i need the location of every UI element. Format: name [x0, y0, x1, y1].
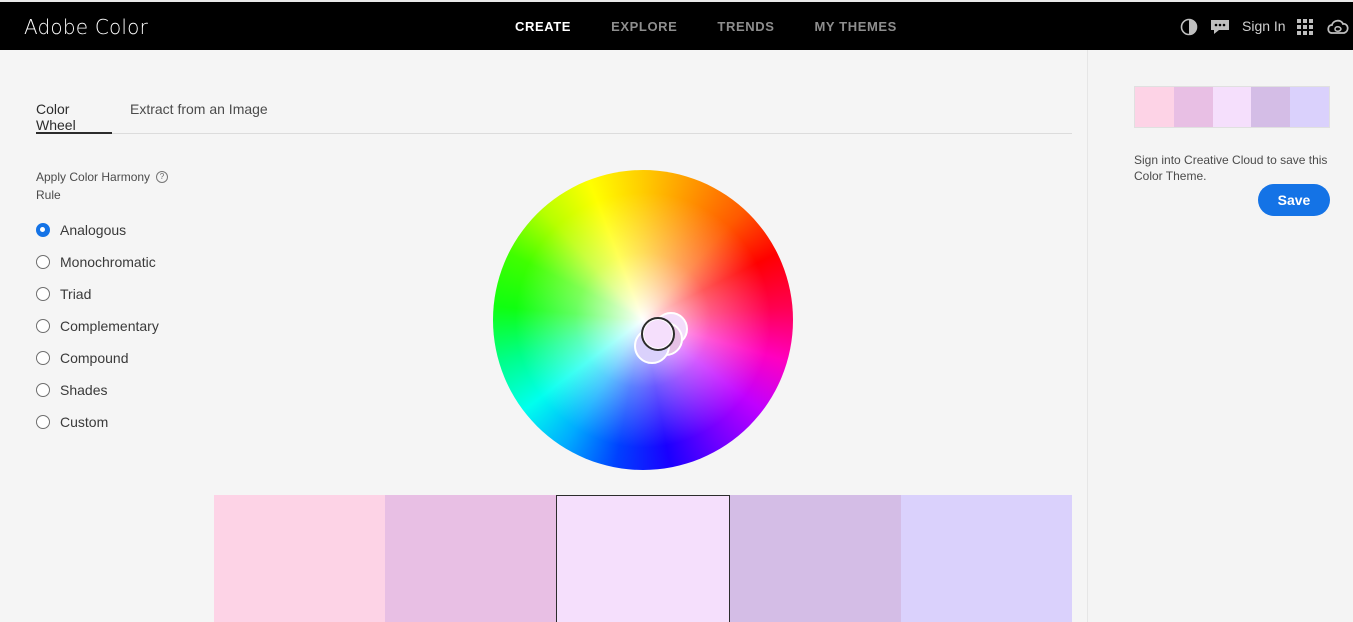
theme-preview-cell [1173, 87, 1213, 127]
color-swatch[interactable] [385, 495, 557, 622]
radio-shades[interactable] [36, 383, 50, 397]
harmony-option-label: Analogous [60, 222, 127, 238]
harmony-option-triad[interactable]: Triad [36, 284, 91, 304]
help-icon[interactable]: ? [156, 171, 168, 183]
create-tabs: Color Wheel Extract from an Image [36, 101, 1072, 134]
radio-complementary[interactable] [36, 319, 50, 333]
nav-trends[interactable]: TRENDS [717, 19, 774, 34]
radio-monochromatic[interactable] [36, 255, 50, 269]
color-swatch[interactable] [729, 495, 901, 622]
top-bar: Adobe Color CREATE EXPLORE TRENDS MY THE… [0, 0, 1353, 50]
harmony-option-label: Monochromatic [60, 254, 156, 270]
color-theme-swatches [214, 495, 1073, 622]
tab-color-wheel[interactable]: Color Wheel [36, 101, 112, 134]
radio-compound[interactable] [36, 351, 50, 365]
harmony-option-analogous[interactable]: Analogous [36, 220, 126, 240]
nav-my-themes[interactable]: MY THEMES [814, 19, 896, 34]
harmony-option-label: Complementary [60, 318, 159, 334]
harmony-option-label: Custom [60, 414, 109, 430]
harmony-option-monochromatic[interactable]: Monochromatic [36, 252, 156, 272]
harmony-rule-title: Apply Color Harmony Rule [36, 170, 151, 202]
sign-in-link[interactable]: Sign In [1242, 18, 1286, 34]
theme-preview[interactable] [1134, 86, 1330, 128]
radio-analogous[interactable] [36, 223, 50, 237]
theme-preview-cell [1251, 87, 1291, 127]
nav-create[interactable]: CREATE [515, 19, 571, 34]
apps-grid-icon[interactable] [1297, 19, 1313, 35]
save-theme-message: Sign into Creative Cloud to save this Co… [1134, 153, 1328, 183]
radio-custom[interactable] [36, 415, 50, 429]
color-swatch[interactable] [214, 495, 386, 622]
theme-preview-cell [1290, 87, 1329, 127]
color-swatch[interactable] [900, 495, 1073, 622]
harmony-option-custom[interactable]: Custom [36, 412, 108, 432]
harmony-option-compound[interactable]: Compound [36, 348, 129, 368]
harmony-option-shades[interactable]: Shades [36, 380, 107, 400]
harmony-option-complementary[interactable]: Complementary [36, 316, 159, 336]
theme-sidebar: Sign into Creative Cloud to save this Co… [1087, 50, 1353, 622]
color-swatch-selected[interactable] [556, 495, 730, 622]
nav-explore[interactable]: EXPLORE [611, 19, 677, 34]
creative-cloud-icon[interactable] [1326, 17, 1350, 37]
radio-triad[interactable] [36, 287, 50, 301]
color-wheel[interactable] [493, 170, 793, 470]
contrast-icon[interactable] [1180, 18, 1198, 36]
save-button[interactable]: Save [1258, 184, 1330, 216]
harmony-option-label: Shades [60, 382, 108, 398]
create-workspace: Color Wheel Extract from an Image Apply … [0, 50, 1087, 622]
theme-preview-cell [1212, 87, 1252, 127]
theme-preview-cell [1135, 87, 1174, 127]
app-logo-title[interactable]: Adobe Color [24, 15, 148, 39]
harmony-option-label: Triad [60, 286, 92, 302]
base-color-handle[interactable] [641, 317, 675, 351]
feedback-icon[interactable] [1210, 18, 1230, 36]
harmony-option-label: Compound [60, 350, 129, 366]
main-nav: CREATE EXPLORE TRENDS MY THEMES [515, 19, 937, 34]
tab-extract-from-image[interactable]: Extract from an Image [130, 101, 268, 134]
